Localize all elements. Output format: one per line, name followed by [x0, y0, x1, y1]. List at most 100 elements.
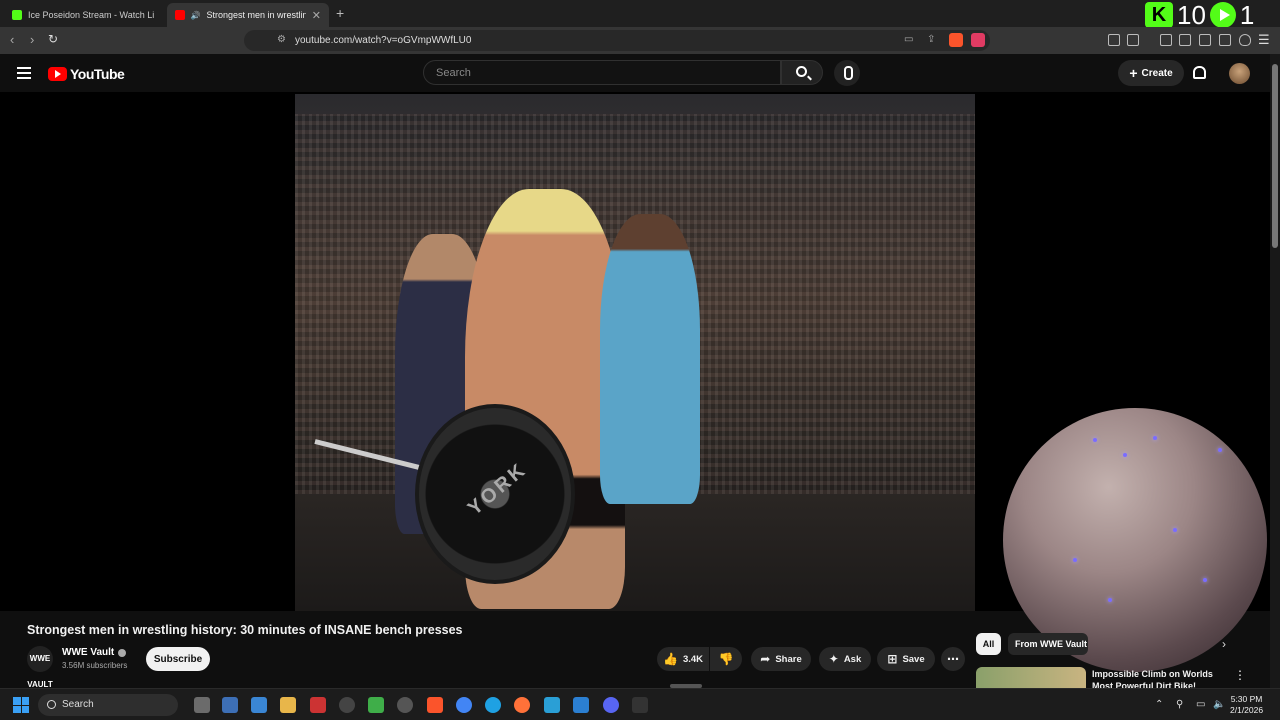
kick-favicon-icon	[12, 10, 22, 20]
app-icon[interactable]	[222, 697, 238, 713]
brave-shield-icon[interactable]	[949, 33, 963, 47]
file-explorer-icon[interactable]	[280, 697, 296, 713]
youtube-logo[interactable]: YouTube	[48, 66, 125, 82]
shield-icon[interactable]	[1239, 34, 1251, 46]
task-view-icon[interactable]	[194, 697, 210, 713]
light-spot	[1203, 578, 1207, 582]
cast-icon[interactable]: ▭	[904, 34, 913, 45]
tab-youtube-video[interactable]: 🔊 Strongest men in wrestling hi ✕	[167, 3, 329, 27]
vscode-icon[interactable]	[573, 697, 589, 713]
close-tab-icon[interactable]: ✕	[312, 9, 321, 22]
discord-icon[interactable]	[603, 697, 619, 713]
chip-from-channel[interactable]: From WWE Vault	[1008, 633, 1088, 655]
weight-plate: YORK	[415, 404, 575, 584]
app-icon[interactable]	[544, 697, 560, 713]
media-icon[interactable]	[1160, 34, 1172, 46]
extensions-icon[interactable]	[1108, 34, 1120, 46]
subscribe-button[interactable]: Subscribe	[146, 647, 210, 671]
notifications-bell-icon[interactable]	[1193, 66, 1206, 79]
thumbs-down-icon: 👎	[718, 652, 734, 666]
more-actions-button[interactable]: ⋯	[941, 647, 965, 671]
search-input[interactable]	[423, 60, 781, 85]
menu-icon[interactable]: ☰	[1258, 32, 1270, 48]
account-avatar[interactable]	[1229, 63, 1250, 84]
tray-chevron-icon[interactable]: ⌃	[1155, 699, 1163, 710]
address-bar[interactable]: ⚙ youtube.com/watch?v=oGVmpWWfLU0 ▭ ⇪	[244, 30, 990, 51]
dislike-button[interactable]: 👎	[710, 647, 742, 671]
brave-rewards-icon[interactable]	[971, 33, 985, 47]
network-icon[interactable]: ▭	[1196, 699, 1205, 710]
sidebar-toggle-icon[interactable]	[1179, 34, 1191, 46]
page-scrollbar[interactable]	[1270, 54, 1280, 688]
system-clock[interactable]: 5:30 PM 2/1/2026	[1230, 694, 1263, 716]
like-button[interactable]: 👍 3.4K	[657, 647, 709, 671]
kick-logo-icon: K	[1145, 2, 1173, 28]
sparkle-icon: ✦	[828, 652, 839, 666]
forward-icon[interactable]: ›	[30, 32, 34, 47]
subscriber-count: 3.56M subscribers	[62, 661, 128, 670]
app-icon[interactable]	[339, 697, 355, 713]
recommended-video-title[interactable]: Impossible Climb on Worlds Most Powerful…	[1092, 668, 1222, 688]
youtube-header: YouTube + Create	[0, 54, 1280, 92]
chevron-right-icon[interactable]: ›	[1222, 637, 1226, 651]
url-text: youtube.com/watch?v=oGVmpWWfLU0	[295, 35, 472, 46]
reload-icon[interactable]: ↻	[48, 32, 58, 46]
light-spot	[1218, 448, 1222, 452]
search-icon	[796, 66, 807, 77]
plus-icon: +	[1129, 65, 1138, 81]
wrestler-zebra-pants-figure	[735, 149, 855, 609]
browser-tab-bar: Ice Poseidon Stream - Watch Live on 🔊 St…	[0, 0, 1280, 28]
taskbar-search[interactable]: Search	[38, 694, 178, 716]
youtube-play-icon	[48, 67, 67, 81]
chip-all[interactable]: All	[976, 633, 1001, 655]
firefox-icon[interactable]	[514, 697, 530, 713]
share-button[interactable]: ➦ Share	[751, 647, 811, 671]
light-spot	[1108, 598, 1112, 602]
more-vertical-icon[interactable]: ⋮	[1234, 668, 1246, 682]
light-spot	[1153, 436, 1157, 440]
leo-ai-icon[interactable]	[1219, 34, 1231, 46]
tray-app-icon[interactable]: ⚲	[1176, 699, 1183, 710]
kick-counter-2: 1	[1239, 0, 1255, 30]
app-icon[interactable]	[368, 697, 384, 713]
new-tab-button[interactable]: +	[336, 5, 344, 21]
app-icon[interactable]	[397, 697, 413, 713]
app-icon[interactable]	[251, 697, 267, 713]
channel-name[interactable]: WWE Vault	[62, 647, 127, 658]
site-info-icon[interactable]: ⚙	[277, 34, 286, 45]
youtube-favicon-icon	[175, 10, 185, 20]
light-spot	[1173, 528, 1177, 532]
scrollbar-thumb[interactable]	[1272, 64, 1278, 248]
app-icon[interactable]	[632, 697, 648, 713]
video-frame[interactable]: YORK	[295, 94, 975, 611]
edge-icon[interactable]	[485, 697, 501, 713]
verified-icon	[118, 648, 127, 657]
voice-search-button[interactable]	[834, 60, 860, 86]
chrome-icon[interactable]	[456, 697, 472, 713]
video-title: Strongest men in wrestling history: 30 m…	[27, 623, 463, 637]
share-icon: ➦	[760, 652, 771, 666]
vpn-icon[interactable]	[1199, 34, 1211, 46]
volume-icon[interactable]: 🔈	[1213, 699, 1225, 710]
brave-browser-icon[interactable]	[427, 697, 443, 713]
kick-overlay: K 10 1	[1145, 2, 1254, 28]
share-page-icon[interactable]: ⇪	[927, 34, 935, 45]
ask-button[interactable]: ✦ Ask	[819, 647, 871, 671]
kick-counter: 10	[1177, 0, 1206, 30]
tab-ice-poseidon[interactable]: Ice Poseidon Stream - Watch Live on	[4, 3, 164, 27]
create-button[interactable]: + Create	[1118, 60, 1184, 86]
search-button[interactable]	[781, 60, 823, 85]
app-icon[interactable]	[310, 697, 326, 713]
browser-toolbar: ‹ › ↻ ⌑ ⚙ youtube.com/watch?v=oGVmpWWfLU…	[0, 27, 1280, 54]
more-horizontal-icon: ⋯	[947, 652, 959, 666]
thumbs-up-icon: 👍	[662, 652, 678, 666]
windows-start-icon[interactable]	[13, 697, 29, 713]
manager-figure	[600, 214, 700, 504]
save-button[interactable]: ⊞ Save	[877, 647, 935, 671]
hamburger-menu-icon[interactable]	[17, 67, 31, 79]
back-icon[interactable]: ‹	[10, 32, 14, 47]
light-spot	[1123, 453, 1127, 457]
wallet-icon[interactable]	[1127, 34, 1139, 46]
channel-avatar[interactable]: WWE VAULT	[27, 646, 53, 689]
speaker-icon: 🔊	[190, 10, 201, 20]
